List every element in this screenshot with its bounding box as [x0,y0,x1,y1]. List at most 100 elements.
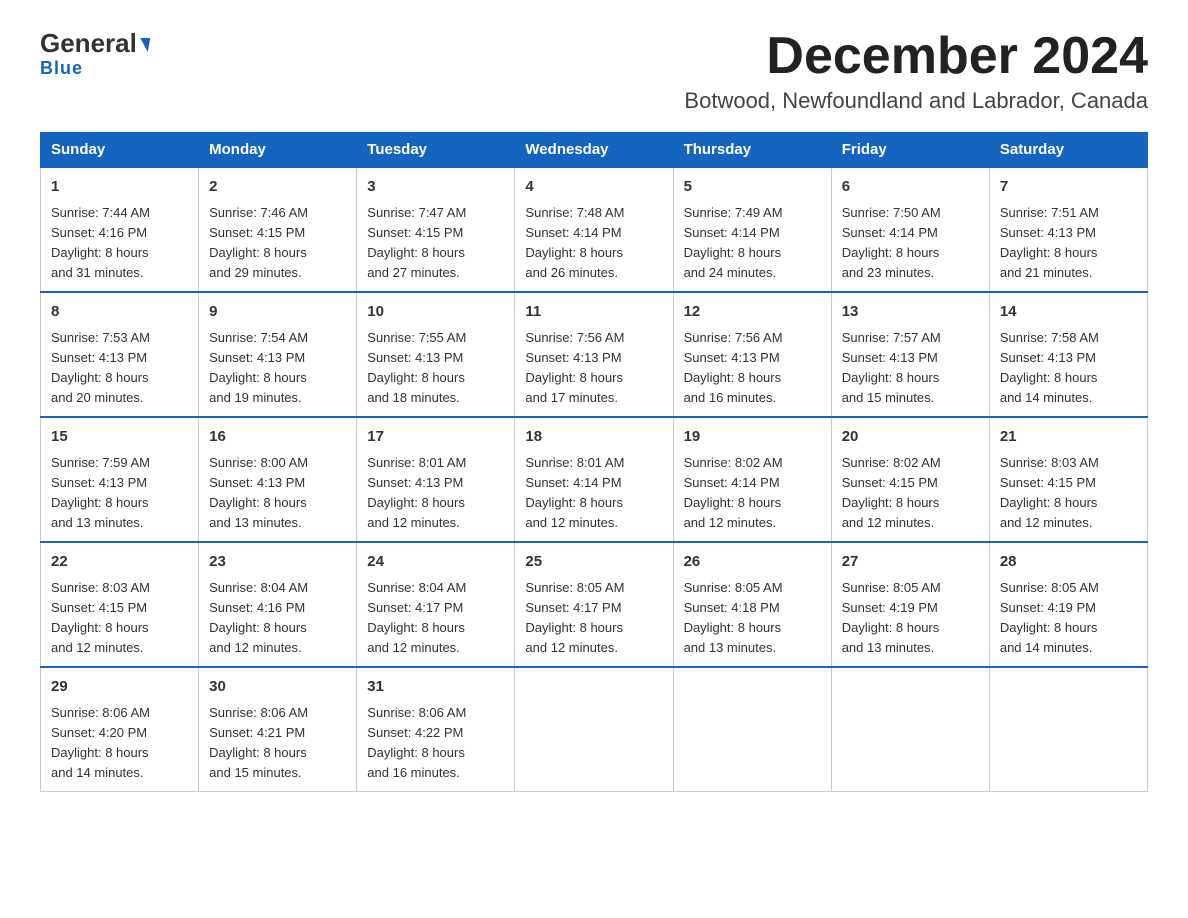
day-number: 9 [209,301,346,324]
day-info: Sunrise: 7:53 AMSunset: 4:13 PMDaylight:… [51,328,188,409]
day-number: 10 [367,301,504,324]
calendar-header: SundayMondayTuesdayWednesdayThursdayFrid… [41,133,1148,168]
day-number: 26 [684,551,821,574]
day-cell-31: 31 Sunrise: 8:06 AMSunset: 4:22 PMDayligh… [357,667,515,792]
week-row-3: 15 Sunrise: 7:59 AMSunset: 4:13 PMDayligh… [41,417,1148,542]
day-number: 4 [525,176,662,199]
day-number: 12 [684,301,821,324]
day-number: 31 [367,676,504,699]
day-info: Sunrise: 8:03 AMSunset: 4:15 PMDaylight:… [51,578,188,659]
day-cell-29: 29 Sunrise: 8:06 AMSunset: 4:20 PMDayligh… [41,667,199,792]
empty-cell [673,667,831,792]
empty-cell [831,667,989,792]
header-sunday: Sunday [41,133,199,168]
week-row-4: 22 Sunrise: 8:03 AMSunset: 4:15 PMDayligh… [41,542,1148,667]
day-info: Sunrise: 8:04 AMSunset: 4:17 PMDaylight:… [367,578,504,659]
week-row-1: 1 Sunrise: 7:44 AMSunset: 4:16 PMDaylight… [41,167,1148,292]
header-row: SundayMondayTuesdayWednesdayThursdayFrid… [41,133,1148,168]
day-number: 19 [684,426,821,449]
day-info: Sunrise: 8:01 AMSunset: 4:13 PMDaylight:… [367,453,504,534]
day-cell-25: 25 Sunrise: 8:05 AMSunset: 4:17 PMDayligh… [515,542,673,667]
day-number: 3 [367,176,504,199]
day-cell-12: 12 Sunrise: 7:56 AMSunset: 4:13 PMDayligh… [673,292,831,417]
day-info: Sunrise: 8:03 AMSunset: 4:15 PMDaylight:… [1000,453,1137,534]
day-info: Sunrise: 8:01 AMSunset: 4:14 PMDaylight:… [525,453,662,534]
day-number: 5 [684,176,821,199]
calendar-table: SundayMondayTuesdayWednesdayThursdayFrid… [40,132,1148,792]
day-cell-3: 3 Sunrise: 7:47 AMSunset: 4:15 PMDaylight… [357,167,515,292]
day-cell-13: 13Sunrise: 7:57 AMSunset: 4:13 PMDayligh… [831,292,989,417]
day-cell-1: 1 Sunrise: 7:44 AMSunset: 4:16 PMDaylight… [41,167,199,292]
day-number: 1 [51,176,188,199]
day-number: 15 [51,426,188,449]
day-number: 8 [51,301,188,324]
day-number: 6 [842,176,979,199]
header-wednesday: Wednesday [515,133,673,168]
day-number: 21 [1000,426,1137,449]
page-header: General Blue December 2024 Botwood, Newf… [40,30,1148,114]
day-number: 20 [842,426,979,449]
location-subtitle: Botwood, Newfoundland and Labrador, Cana… [684,88,1148,114]
header-tuesday: Tuesday [357,133,515,168]
header-friday: Friday [831,133,989,168]
day-info: Sunrise: 7:46 AMSunset: 4:15 PMDaylight:… [209,203,346,284]
header-thursday: Thursday [673,133,831,168]
day-info: Sunrise: 7:58 AMSunset: 4:13 PMDaylight:… [1000,328,1137,409]
day-info: Sunrise: 8:06 AMSunset: 4:20 PMDaylight:… [51,703,188,784]
logo: General Blue [40,30,149,79]
logo-blue-text: Blue [40,58,83,79]
day-info: Sunrise: 8:06 AMSunset: 4:22 PMDaylight:… [367,703,504,784]
day-cell-22: 22 Sunrise: 8:03 AMSunset: 4:15 PMDayligh… [41,542,199,667]
day-number: 25 [525,551,662,574]
day-cell-6: 6Sunrise: 7:50 AMSunset: 4:14 PMDaylight… [831,167,989,292]
day-info: Sunrise: 8:05 AMSunset: 4:19 PMDaylight:… [1000,578,1137,659]
day-number: 27 [842,551,979,574]
day-number: 2 [209,176,346,199]
day-cell-30: 30 Sunrise: 8:06 AMSunset: 4:21 PMDayligh… [199,667,357,792]
day-info: Sunrise: 8:06 AMSunset: 4:21 PMDaylight:… [209,703,346,784]
day-cell-5: 5 Sunrise: 7:49 AMSunset: 4:14 PMDaylight… [673,167,831,292]
day-cell-19: 19Sunrise: 8:02 AMSunset: 4:14 PMDayligh… [673,417,831,542]
day-number: 13 [842,301,979,324]
day-number: 16 [209,426,346,449]
day-cell-17: 17Sunrise: 8:01 AMSunset: 4:13 PMDayligh… [357,417,515,542]
logo-general-text: General [40,30,137,56]
day-info: Sunrise: 8:05 AMSunset: 4:18 PMDaylight:… [684,578,821,659]
day-number: 11 [525,301,662,324]
day-info: Sunrise: 7:56 AMSunset: 4:13 PMDaylight:… [684,328,821,409]
day-cell-24: 24 Sunrise: 8:04 AMSunset: 4:17 PMDayligh… [357,542,515,667]
day-info: Sunrise: 7:49 AMSunset: 4:14 PMDaylight:… [684,203,821,284]
day-cell-7: 7Sunrise: 7:51 AMSunset: 4:13 PMDaylight… [989,167,1147,292]
day-number: 18 [525,426,662,449]
day-cell-21: 21 Sunrise: 8:03 AMSunset: 4:15 PMDayligh… [989,417,1147,542]
day-info: Sunrise: 8:05 AMSunset: 4:17 PMDaylight:… [525,578,662,659]
day-cell-20: 20 Sunrise: 8:02 AMSunset: 4:15 PMDayligh… [831,417,989,542]
day-number: 22 [51,551,188,574]
empty-cell [989,667,1147,792]
day-info: Sunrise: 7:48 AMSunset: 4:14 PMDaylight:… [525,203,662,284]
day-cell-27: 27Sunrise: 8:05 AMSunset: 4:19 PMDayligh… [831,542,989,667]
calendar-body: 1 Sunrise: 7:44 AMSunset: 4:16 PMDaylight… [41,167,1148,792]
day-info: Sunrise: 7:59 AMSunset: 4:13 PMDaylight:… [51,453,188,534]
day-number: 28 [1000,551,1137,574]
day-info: Sunrise: 7:44 AMSunset: 4:16 PMDaylight:… [51,203,188,284]
day-number: 24 [367,551,504,574]
day-info: Sunrise: 7:56 AMSunset: 4:13 PMDaylight:… [525,328,662,409]
month-year-title: December 2024 [684,30,1148,82]
day-info: Sunrise: 7:47 AMSunset: 4:15 PMDaylight:… [367,203,504,284]
day-number: 29 [51,676,188,699]
day-cell-18: 18 Sunrise: 8:01 AMSunset: 4:14 PMDayligh… [515,417,673,542]
logo-arrow-icon [138,38,150,52]
day-number: 23 [209,551,346,574]
week-row-5: 29 Sunrise: 8:06 AMSunset: 4:20 PMDayligh… [41,667,1148,792]
week-row-2: 8 Sunrise: 7:53 AMSunset: 4:13 PMDaylight… [41,292,1148,417]
day-number: 30 [209,676,346,699]
empty-cell [515,667,673,792]
day-cell-28: 28 Sunrise: 8:05 AMSunset: 4:19 PMDayligh… [989,542,1147,667]
day-cell-4: 4 Sunrise: 7:48 AMSunset: 4:14 PMDaylight… [515,167,673,292]
day-info: Sunrise: 8:02 AMSunset: 4:15 PMDaylight:… [842,453,979,534]
day-cell-14: 14Sunrise: 7:58 AMSunset: 4:13 PMDayligh… [989,292,1147,417]
day-cell-8: 8 Sunrise: 7:53 AMSunset: 4:13 PMDaylight… [41,292,199,417]
header-monday: Monday [199,133,357,168]
day-cell-16: 16Sunrise: 8:00 AMSunset: 4:13 PMDayligh… [199,417,357,542]
